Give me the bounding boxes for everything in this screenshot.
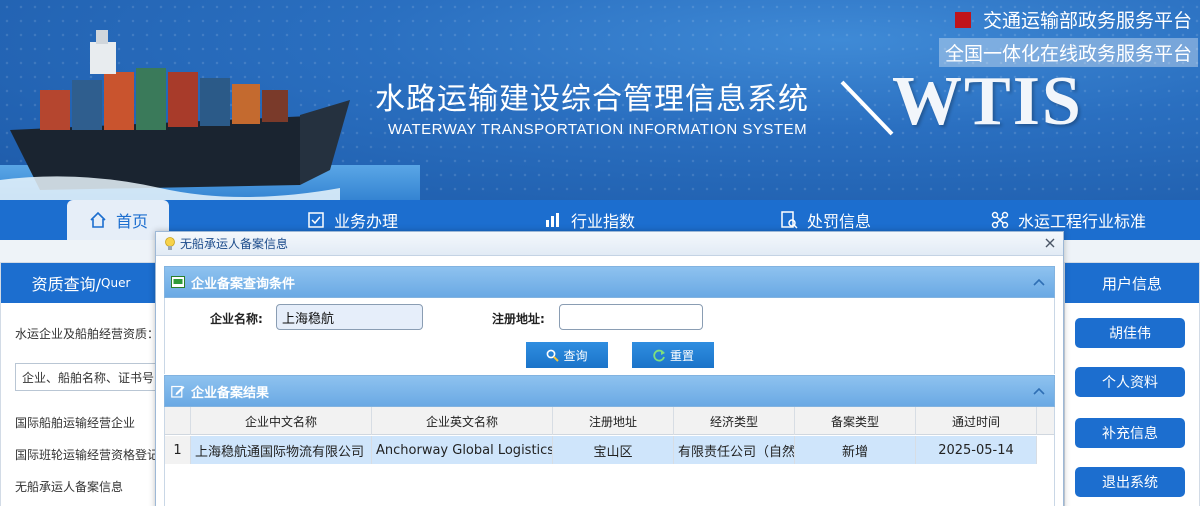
column-header[interactable]: 经济类型 bbox=[674, 407, 795, 435]
dialog-title: 无船承运人备案信息 bbox=[180, 237, 289, 251]
username-button[interactable]: 胡佳伟 bbox=[1075, 318, 1185, 348]
table-header: 企业中文名称 企业英文名称 注册地址 经济类型 备案类型 通过时间 bbox=[165, 407, 1054, 435]
link-nvocc-records[interactable]: 无船承运人备案信息 bbox=[15, 478, 123, 495]
system-subtitle: WATERWAY TRANSPORTATION INFORMATION SYST… bbox=[388, 121, 808, 138]
cell-economic-type: 有限责任公司（自然人 bbox=[674, 436, 795, 464]
nav-item-label: 行业指数 bbox=[571, 212, 636, 231]
logout-button[interactable]: 退出系统 bbox=[1075, 467, 1185, 497]
company-name-input[interactable] bbox=[276, 304, 423, 330]
qualification-panel: 资质查询/Quer 水运企业及船舶经营资质： 企业、船舶名称、证书号 国际船舶运… bbox=[0, 262, 165, 506]
cell-record-type: 新增 bbox=[795, 436, 916, 464]
header-banner: 交通运输部政务服务平台 全国一体化在线政务服务平台 水路运输建设综合管理信息系统… bbox=[0, 0, 1200, 200]
table-row[interactable]: 1 上海稳航通国际物流有限公司 Anchorway Global Logisti… bbox=[165, 436, 1037, 464]
result-section-title: 企业备案结果 bbox=[191, 385, 270, 401]
supplement-info-button[interactable]: 补充信息 bbox=[1075, 418, 1185, 448]
lightbulb-icon bbox=[165, 236, 175, 250]
reset-button-label: 重置 bbox=[669, 348, 694, 363]
nav-item-label: 业务办理 bbox=[334, 212, 399, 231]
panel-icon bbox=[171, 276, 185, 288]
refresh-icon bbox=[653, 349, 665, 362]
row-number-header bbox=[165, 407, 191, 435]
link-international-shipping[interactable]: 国际船舶运输经营企业 bbox=[15, 414, 135, 431]
checklist-icon bbox=[308, 212, 324, 228]
column-header[interactable]: 注册地址 bbox=[553, 407, 674, 435]
document-search-icon bbox=[781, 211, 798, 229]
profile-button[interactable]: 个人资料 bbox=[1075, 367, 1185, 397]
cell-address: 宝山区 bbox=[553, 436, 674, 464]
nav-item-label: 首页 bbox=[115, 212, 148, 231]
chevron-up-icon[interactable] bbox=[1032, 275, 1046, 289]
column-header[interactable]: 企业英文名称 bbox=[372, 407, 553, 435]
page: 交通运输部政务服务平台 全国一体化在线政务服务平台 水路运输建设综合管理信息系统… bbox=[0, 0, 1200, 506]
qualification-label: 水运企业及船舶经营资质： bbox=[15, 327, 160, 341]
portal-ministry-link[interactable]: 交通运输部政务服务平台 bbox=[983, 6, 1192, 33]
query-section-header[interactable]: 企业备案查询条件 bbox=[164, 266, 1055, 298]
cell-company-cn: 上海稳航通国际物流有限公司 bbox=[191, 436, 372, 464]
column-header[interactable]: 企业中文名称 bbox=[191, 407, 372, 435]
qualification-search-input[interactable]: 企业、船舶名称、证书号 bbox=[15, 363, 165, 391]
address-input[interactable] bbox=[559, 304, 703, 330]
results-table: 企业中文名称 企业英文名称 注册地址 经济类型 备案类型 通过时间 1 上海稳航… bbox=[164, 407, 1055, 506]
row-number: 1 bbox=[165, 436, 191, 464]
link-liner-registration[interactable]: 国际班轮运输经营资格登记 bbox=[15, 446, 159, 463]
wtis-logo: WTIS bbox=[892, 63, 1083, 140]
close-icon[interactable] bbox=[1043, 236, 1057, 250]
reset-button[interactable]: 重置 bbox=[632, 342, 714, 368]
address-label: 注册地址: bbox=[492, 312, 545, 326]
container-ship-image bbox=[0, 30, 350, 200]
nav-item-label: 处罚信息 bbox=[807, 212, 872, 231]
cell-approval-date: 2025-05-14 bbox=[916, 436, 1037, 464]
home-icon bbox=[90, 211, 106, 228]
network-icon bbox=[991, 211, 1009, 229]
query-section-title: 企业备案查询条件 bbox=[191, 276, 296, 292]
result-section-header[interactable]: 企业备案结果 bbox=[164, 375, 1055, 407]
edit-icon bbox=[171, 385, 185, 398]
portal-link[interactable]: 交通运输部政务服务平台 bbox=[954, 6, 1192, 33]
cell-company-en: Anchorway Global Logistics bbox=[372, 436, 553, 464]
panel-title-en: Quer bbox=[101, 276, 131, 290]
company-name-label: 企业名称: bbox=[210, 312, 263, 326]
search-button-label: 查询 bbox=[563, 348, 588, 363]
user-info-title: 用户信息 bbox=[1065, 263, 1199, 303]
chevron-up-icon[interactable] bbox=[1032, 384, 1046, 398]
user-info-panel: 用户信息 胡佳伟 个人资料 补充信息 退出系统 bbox=[1064, 262, 1200, 506]
nvocc-dialog: 无船承运人备案信息 企业备案查询条件 企业名称: 注册地址: 查询 重置 bbox=[155, 231, 1064, 506]
bar-chart-icon bbox=[546, 213, 559, 227]
qualification-panel-title: 资质查询/Quer bbox=[1, 263, 161, 303]
logo-slash-icon bbox=[840, 80, 894, 136]
search-button[interactable]: 查询 bbox=[526, 342, 608, 368]
panel-title-cn: 资质查询/ bbox=[31, 275, 102, 294]
dialog-titlebar: 无船承运人备案信息 bbox=[156, 232, 1063, 256]
column-header[interactable]: 备案类型 bbox=[795, 407, 916, 435]
search-icon bbox=[547, 349, 560, 362]
portal-logo-icon bbox=[954, 11, 971, 28]
nav-item-home[interactable]: 首页 bbox=[67, 200, 169, 240]
system-title: 水路运输建设综合管理信息系统 bbox=[375, 82, 809, 117]
nav-item-label: 水运工程行业标准 bbox=[1018, 212, 1147, 231]
column-header[interactable]: 通过时间 bbox=[916, 407, 1037, 435]
